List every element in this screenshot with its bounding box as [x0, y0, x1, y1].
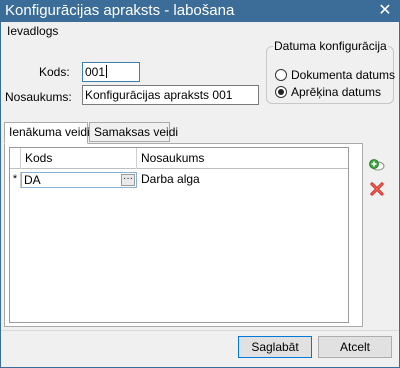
window-title: Konfigurācijas apraksts - labošana [5, 2, 235, 19]
tab-samaksas-veidi[interactable]: Samaksas veidi [89, 122, 178, 142]
kods-label: Kods: [39, 65, 70, 79]
save-button[interactable]: Saglabāt [238, 336, 312, 358]
tab-ienakuma-veidi[interactable]: Ienākuma veidi [4, 122, 90, 144]
radio-label: Dokumenta datums [291, 68, 396, 82]
kods-value: 001 [85, 65, 106, 79]
dialog-body: Ievadlogs Kods: 001 Nosaukums: Konfigurā… [1, 22, 399, 367]
tab-panel: Kods Nosaukums * DA ··· Darba alga [4, 143, 363, 327]
datuma-konfiguracija-group: Datuma konfigurācija Dokumenta datums Ap… [266, 39, 396, 104]
cell-nosaukums[interactable]: Darba alga [137, 172, 348, 188]
cancel-button[interactable]: Atcelt [318, 336, 392, 358]
radio-button-checked[interactable] [275, 86, 287, 98]
add-row-icon[interactable] [368, 156, 386, 174]
grid-header: Kods Nosaukums [10, 148, 348, 169]
datuma-group-legend: Datuma konfigurācija [273, 39, 388, 53]
nosaukums-label: Nosaukums: [5, 90, 72, 104]
radio-label: Aprēķina datums [291, 85, 382, 99]
ellipsis-lookup-button[interactable]: ··· [121, 174, 135, 186]
radio-button[interactable] [275, 69, 287, 81]
text-caret [106, 65, 108, 78]
table-row[interactable]: * DA ··· Darba alga [10, 172, 348, 188]
dialog-window: Konfigurācijas apraksts - labošana ✕ Iev… [0, 0, 400, 368]
cell-kods[interactable]: DA ··· [21, 172, 137, 188]
grid-side-toolbar [366, 150, 390, 210]
nosaukums-value: Konfigurācijas apraksts 001 [85, 88, 233, 102]
kods-input[interactable]: 001 [82, 62, 140, 82]
delete-row-icon[interactable] [368, 180, 386, 198]
column-header-kods[interactable]: Kods [21, 148, 137, 169]
close-icon[interactable]: ✕ [376, 2, 394, 20]
row-indicator: * [10, 172, 21, 188]
menu-ievadlogs[interactable]: Ievadlogs [7, 24, 58, 38]
title-bar[interactable]: Konfigurācijas apraksts - labošana ✕ [0, 0, 400, 22]
bottom-divider [1, 330, 399, 331]
data-grid: Kods Nosaukums * DA ··· Darba alga [9, 147, 349, 323]
column-header-nosaukums[interactable]: Nosaukums [137, 148, 348, 169]
grid-corner-cell [10, 148, 21, 169]
nosaukums-input[interactable]: Konfigurācijas apraksts 001 [82, 85, 259, 105]
cell-kods-value: DA [24, 173, 41, 187]
